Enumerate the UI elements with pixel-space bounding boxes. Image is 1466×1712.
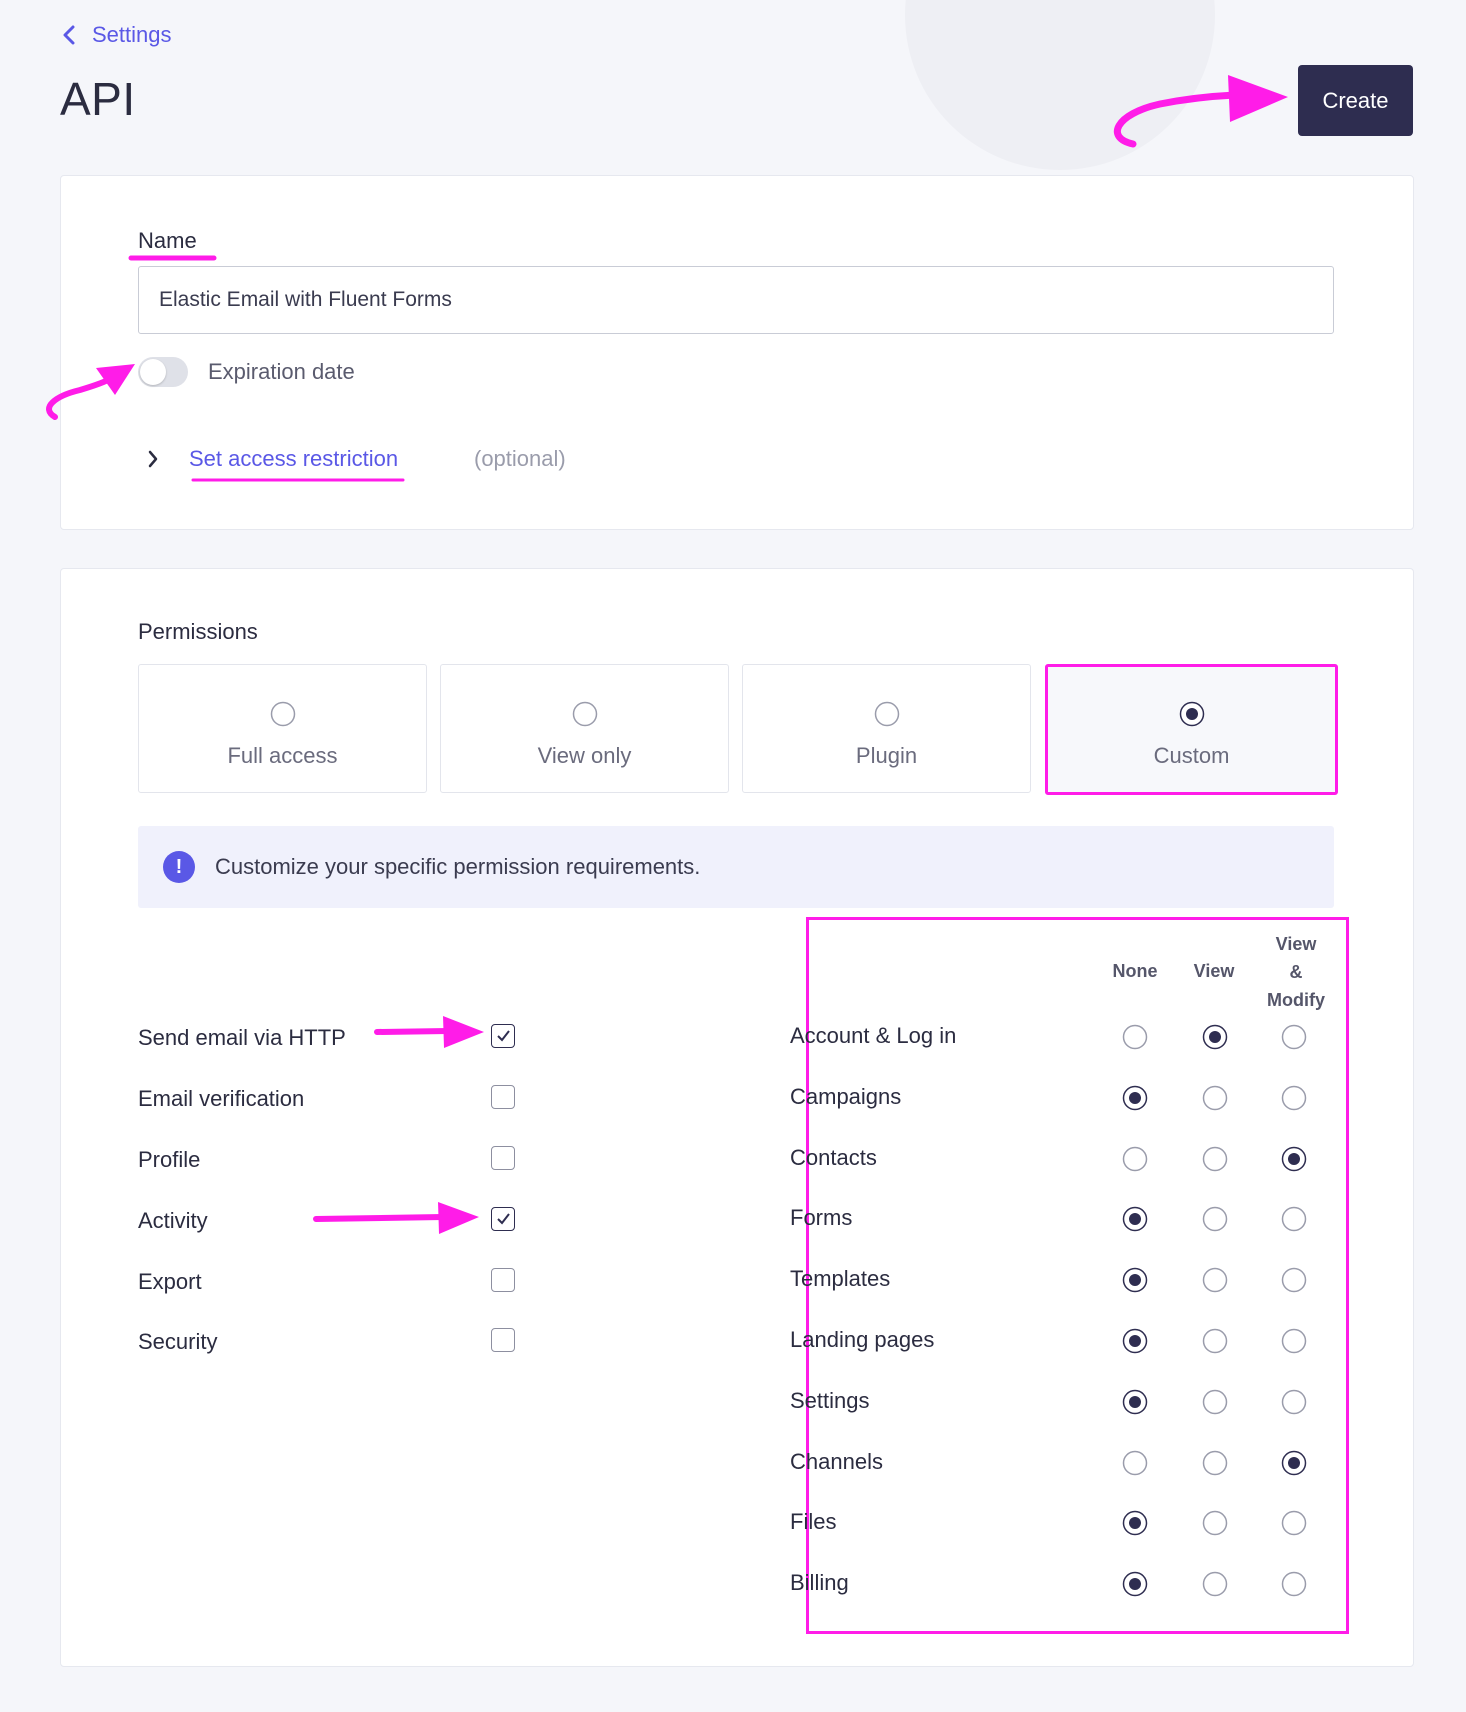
permission-option-label: Plugin — [855, 743, 918, 768]
matrix-radio[interactable] — [1281, 1024, 1307, 1050]
info-banner: ! Customize your specific permission req… — [138, 826, 1334, 908]
matrix-radio[interactable] — [1202, 1085, 1228, 1111]
chevron-left-icon — [62, 25, 76, 45]
matrix-radio[interactable] — [1202, 1571, 1228, 1597]
matrix-row-label: Account & Log in — [790, 1023, 957, 1048]
matrix-radio[interactable] — [1122, 1450, 1148, 1476]
name-field[interactable] — [138, 266, 1334, 334]
matrix-radio-selected[interactable] — [1122, 1571, 1148, 1597]
checkbox-label: Email verification — [138, 1086, 305, 1111]
matrix-radio[interactable] — [1202, 1389, 1228, 1415]
checkbox[interactable] — [491, 1024, 515, 1048]
matrix-row-label: Landing pages — [790, 1327, 935, 1352]
chevron-right-icon[interactable] — [147, 450, 159, 473]
info-icon: ! — [163, 851, 195, 883]
matrix-radio[interactable] — [1122, 1146, 1148, 1172]
permission-option-plugin[interactable]: Plugin — [742, 664, 1031, 793]
matrix-radio[interactable] — [1281, 1328, 1307, 1354]
checkbox[interactable] — [491, 1268, 515, 1292]
matrix-radio[interactable] — [1281, 1267, 1307, 1293]
permission-option-full-access[interactable]: Full access — [138, 664, 427, 793]
checkbox[interactable] — [491, 1207, 515, 1231]
checkbox[interactable] — [491, 1328, 515, 1352]
matrix-radio-selected[interactable] — [1122, 1510, 1148, 1536]
matrix-radio-selected[interactable] — [1122, 1206, 1148, 1232]
matrix-row-label: Templates — [790, 1266, 891, 1291]
name-label: Name — [138, 228, 197, 253]
matrix-radio[interactable] — [1281, 1510, 1307, 1536]
permission-option-label: Custom — [1153, 743, 1230, 768]
matrix-radio[interactable] — [1202, 1450, 1228, 1476]
check-icon — [497, 1213, 510, 1225]
permission-option-label: Full access — [227, 743, 338, 768]
toggle-knob — [140, 359, 166, 385]
optional-hint: (optional) — [474, 446, 566, 471]
permission-checkbox-row: Export — [138, 1261, 518, 1301]
permission-checkbox-row: Email verification — [138, 1078, 518, 1118]
matrix-header-view-modify: View & Modify — [1256, 930, 1336, 1014]
info-text: Customize your specific permission requi… — [215, 854, 701, 879]
background-decoration — [905, 0, 1215, 170]
matrix-row-label: Forms — [790, 1205, 853, 1230]
radio-selected-icon — [1179, 701, 1204, 727]
matrix-radio-selected[interactable] — [1122, 1085, 1148, 1111]
permission-option-custom[interactable]: Custom — [1045, 664, 1338, 795]
matrix-radio[interactable] — [1202, 1267, 1228, 1293]
matrix-radio[interactable] — [1202, 1206, 1228, 1232]
set-access-restriction-link[interactable]: Set access restriction — [189, 446, 398, 472]
permissions-title: Permissions — [138, 619, 258, 644]
permission-checkbox-row: Activity — [138, 1200, 518, 1240]
radio-icon — [874, 701, 899, 727]
matrix-radio-selected[interactable] — [1122, 1328, 1148, 1354]
checkbox[interactable] — [491, 1146, 515, 1170]
permission-option-label: View only — [537, 743, 632, 768]
matrix-radio[interactable] — [1202, 1146, 1228, 1172]
matrix-radio[interactable] — [1281, 1206, 1307, 1232]
checkbox-label: Export — [138, 1269, 202, 1294]
checkbox[interactable] — [491, 1085, 515, 1109]
expiration-toggle[interactable] — [138, 357, 188, 387]
matrix-header-line: Modify — [1267, 990, 1325, 1010]
expiration-label: Expiration date — [208, 359, 355, 384]
back-link-label: Settings — [92, 22, 172, 47]
checkbox-label: Profile — [138, 1147, 201, 1172]
page-title: API — [60, 73, 136, 125]
matrix-radio[interactable] — [1281, 1389, 1307, 1415]
matrix-radio-selected[interactable] — [1122, 1267, 1148, 1293]
matrix-header-view: View — [1193, 961, 1235, 981]
matrix-row-label: Billing — [790, 1570, 849, 1595]
permission-option-view-only[interactable]: View only — [440, 664, 729, 793]
permission-checkbox-row: Profile — [138, 1139, 518, 1179]
matrix-row-label: Files — [790, 1509, 837, 1534]
matrix-row-label: Campaigns — [790, 1084, 902, 1109]
matrix-row-label: Channels — [790, 1449, 883, 1474]
matrix-radio-selected[interactable] — [1202, 1024, 1228, 1050]
matrix-row-label: Contacts — [790, 1145, 877, 1170]
radio-icon — [270, 701, 295, 727]
matrix-radio[interactable] — [1202, 1328, 1228, 1354]
back-link[interactable]: Settings — [62, 22, 172, 48]
matrix-radio-selected[interactable] — [1122, 1389, 1148, 1415]
permission-checkbox-row: Send email via HTTP — [138, 1017, 518, 1057]
matrix-radio-selected[interactable] — [1281, 1146, 1307, 1172]
matrix-radio[interactable] — [1281, 1571, 1307, 1597]
checkbox-label: Send email via HTTP — [138, 1025, 346, 1050]
api-details-card: Name Expiration date Set access restrict… — [60, 175, 1414, 530]
matrix-radio[interactable] — [1281, 1085, 1307, 1111]
matrix-header-none: None — [1112, 961, 1158, 981]
matrix-radio-selected[interactable] — [1281, 1450, 1307, 1476]
checkbox-label: Activity — [138, 1208, 208, 1233]
matrix-header-line: & — [1289, 962, 1303, 982]
matrix-radio[interactable] — [1202, 1510, 1228, 1536]
matrix-radio[interactable] — [1122, 1024, 1148, 1050]
matrix-row-label: Settings — [790, 1388, 870, 1413]
create-button[interactable]: Create — [1298, 65, 1413, 136]
matrix-header-line: View — [1275, 934, 1317, 954]
radio-icon — [572, 701, 597, 727]
check-icon — [497, 1030, 510, 1042]
permission-checkbox-row: Security — [138, 1321, 518, 1361]
checkbox-label: Security — [138, 1329, 218, 1354]
